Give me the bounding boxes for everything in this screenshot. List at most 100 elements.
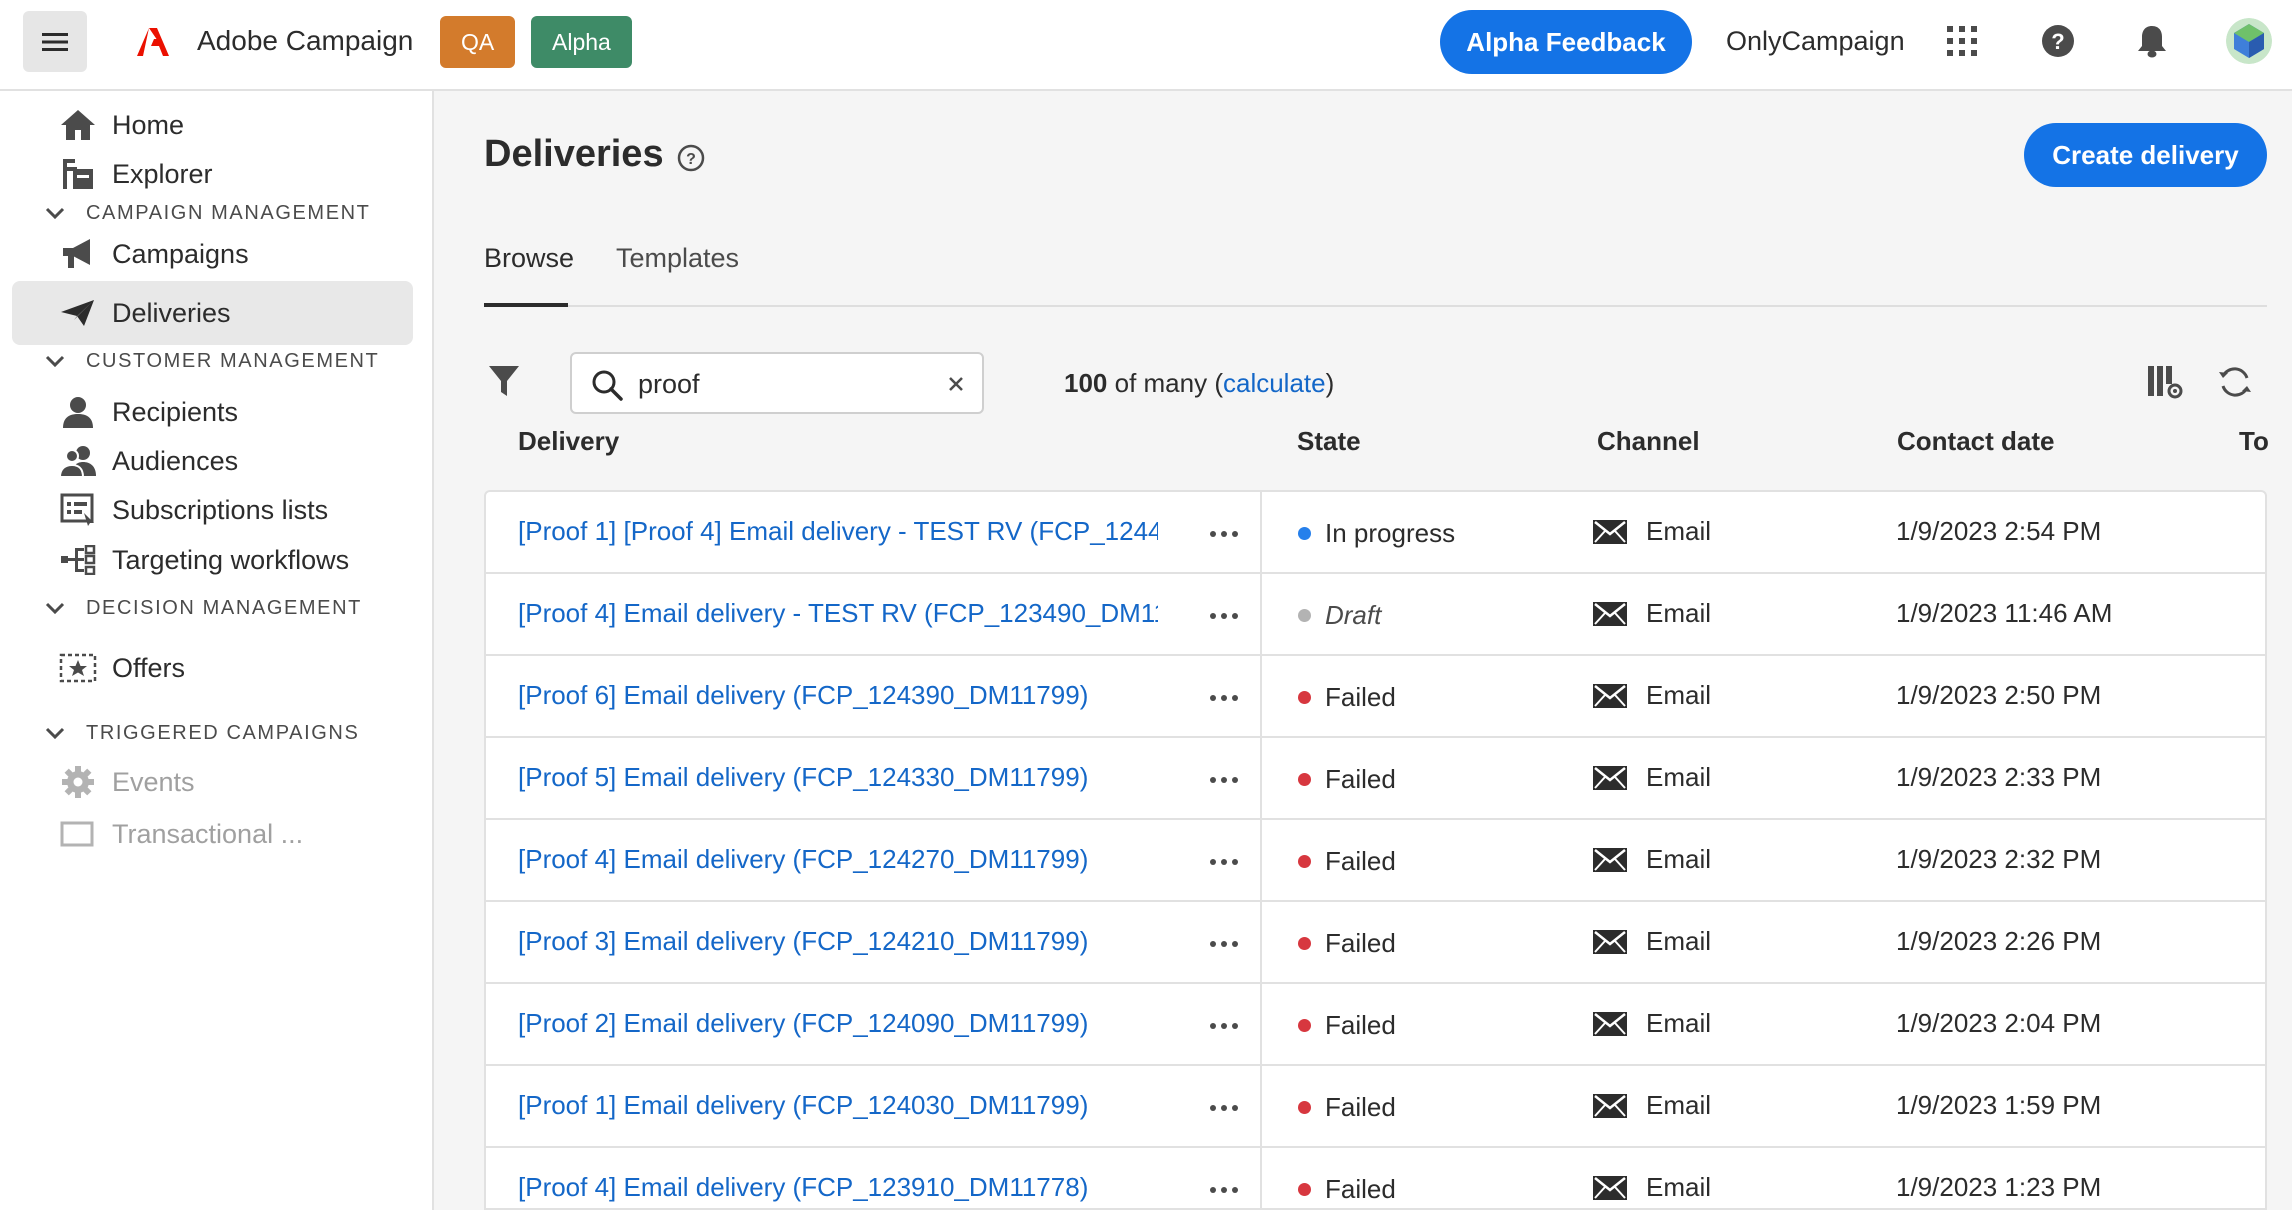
more-actions-icon[interactable] [1204, 684, 1244, 712]
delivery-name-link[interactable]: [Proof 1] Email delivery (FCP_124030_DM1… [518, 1090, 1158, 1121]
avatar[interactable] [2226, 18, 2272, 64]
table-row[interactable]: [Proof 4] Email delivery - TEST RV (FCP_… [486, 574, 2265, 656]
status-badge: In progress [1298, 518, 1455, 549]
sidebar-item-targeting-workflows[interactable]: Targeting workflows [12, 528, 413, 592]
menu-icon [42, 32, 68, 51]
environment-badge-alpha: Alpha [531, 16, 632, 68]
column-settings-icon[interactable] [2144, 361, 2186, 403]
dot [1221, 1023, 1227, 1029]
table-row[interactable]: [Proof 3] Email delivery (FCP_124210_DM1… [486, 902, 2265, 984]
status-badge: Failed [1298, 1174, 1396, 1205]
table-row[interactable]: [Proof 4] Email delivery (FCP_123910_DM1… [486, 1148, 2265, 1208]
contact-date: 1/9/2023 1:59 PM [1896, 1090, 2102, 1120]
org-switcher[interactable]: OnlyCampaign [1726, 26, 1905, 57]
column-header-channel[interactable]: Channel [1597, 426, 1700, 457]
delivery-name-link[interactable]: [Proof 4] Email delivery - TEST RV (FCP_… [518, 598, 1158, 629]
section-triggered-campaigns[interactable]: TRIGGERED CAMPAIGNS [40, 713, 359, 753]
more-actions-icon[interactable] [1204, 848, 1244, 876]
channel-label: Email [1646, 1008, 1712, 1038]
workflow-icon [58, 540, 98, 580]
help-circle-icon[interactable]: ? [676, 143, 706, 173]
table-row[interactable]: [Proof 4] Email delivery (FCP_124270_DM1… [486, 820, 2265, 902]
more-actions-icon[interactable] [1204, 766, 1244, 794]
table-row[interactable]: [Proof 1] Email delivery (FCP_124030_DM1… [486, 1066, 2265, 1148]
column-header-contact-date[interactable]: Contact date [1897, 426, 2054, 457]
home-icon [58, 105, 98, 145]
dot [1232, 1187, 1238, 1193]
sidebar-item-campaigns[interactable]: Campaigns [12, 222, 413, 286]
dot [1210, 695, 1216, 701]
status-dot-icon [1298, 1101, 1311, 1114]
more-actions-icon[interactable] [1204, 1012, 1244, 1040]
calculate-link[interactable]: calculate [1223, 368, 1326, 398]
alpha-feedback-button[interactable]: Alpha Feedback [1440, 10, 1692, 74]
email-icon [1593, 683, 1627, 708]
dot [1221, 941, 1227, 947]
menu-button[interactable] [23, 11, 87, 72]
section-decision-management[interactable]: DECISION MANAGEMENT [40, 588, 362, 628]
column-header-state[interactable]: State [1297, 426, 1361, 457]
status-dot-icon [1298, 937, 1311, 950]
dot [1210, 1105, 1216, 1111]
user-icon [58, 392, 98, 432]
status-dot-icon [1298, 609, 1311, 622]
dot [1221, 777, 1227, 783]
column-header-to[interactable]: To [2239, 426, 2269, 457]
email-icon [1593, 765, 1627, 790]
list-icon [58, 490, 98, 530]
more-actions-icon[interactable] [1204, 602, 1244, 630]
deliveries-table: [Proof 1] [Proof 4] Email delivery - TES… [484, 490, 2267, 1210]
table-row[interactable]: [Proof 5] Email delivery (FCP_124330_DM1… [486, 738, 2265, 820]
channel-cell: Email [1592, 1090, 1711, 1121]
search-input[interactable] [638, 364, 928, 404]
dot [1221, 531, 1227, 537]
sidebar-item-deliveries[interactable]: Deliveries [12, 281, 413, 345]
delivery-name-link[interactable]: [Proof 4] Email delivery (FCP_123910_DM1… [518, 1172, 1158, 1203]
status-badge: Failed [1298, 1010, 1396, 1041]
app-name: Adobe Campaign [197, 25, 414, 56]
table-row[interactable]: [Proof 6] Email delivery (FCP_124390_DM1… [486, 656, 2265, 738]
delivery-name-link[interactable]: [Proof 5] Email delivery (FCP_124330_DM1… [518, 762, 1158, 793]
status-dot-icon [1298, 527, 1311, 540]
channel-cell: Email [1592, 598, 1711, 629]
more-actions-icon[interactable] [1204, 1094, 1244, 1122]
status-badge: Draft [1298, 600, 1381, 631]
delivery-name-link[interactable]: [Proof 4] Email delivery (FCP_124270_DM1… [518, 844, 1158, 875]
contact-date: 1/9/2023 2:04 PM [1896, 1008, 2102, 1038]
dot [1221, 1105, 1227, 1111]
dot [1210, 941, 1216, 947]
column-header-delivery[interactable]: Delivery [518, 426, 619, 457]
table-row[interactable]: [Proof 2] Email delivery (FCP_124090_DM1… [486, 984, 2265, 1066]
status-dot-icon [1298, 1019, 1311, 1032]
status-label: Failed [1325, 764, 1396, 794]
delivery-name-link[interactable]: [Proof 1] [Proof 4] Email delivery - TES… [518, 516, 1158, 547]
channel-label: Email [1646, 926, 1712, 956]
tab-browse[interactable]: Browse [484, 241, 574, 307]
create-delivery-button[interactable]: Create delivery [2024, 123, 2267, 187]
more-actions-icon[interactable] [1204, 1176, 1244, 1204]
sidebar-item-transactional[interactable]: Transactional ... [12, 802, 413, 866]
tab-templates[interactable]: Templates [616, 241, 739, 307]
help-icon[interactable]: ? [2038, 20, 2078, 62]
delivery-name-link[interactable]: [Proof 2] Email delivery (FCP_124090_DM1… [518, 1008, 1158, 1039]
chevron-down-icon [40, 718, 70, 748]
contact-date: 1/9/2023 2:54 PM [1896, 516, 2102, 546]
delivery-name-link[interactable]: [Proof 3] Email delivery (FCP_124210_DM1… [518, 926, 1158, 957]
refresh-icon[interactable] [2214, 361, 2256, 403]
bell-icon[interactable] [2132, 20, 2172, 62]
close-icon[interactable] [942, 370, 970, 398]
sidebar-item-offers[interactable]: Offers [12, 636, 413, 700]
section-customer-management[interactable]: CUSTOMER MANAGEMENT [40, 341, 379, 381]
megaphone-icon [58, 234, 98, 274]
more-actions-icon[interactable] [1204, 520, 1244, 548]
table-row[interactable]: [Proof 1] [Proof 4] Email delivery - TES… [486, 492, 2265, 574]
more-actions-icon[interactable] [1204, 930, 1244, 958]
apps-grid-icon[interactable] [1942, 20, 1982, 62]
dot [1232, 695, 1238, 701]
delivery-name-link[interactable]: [Proof 6] Email delivery (FCP_124390_DM1… [518, 680, 1158, 711]
email-icon [1593, 519, 1627, 544]
send-icon [58, 293, 98, 333]
channel-label: Email [1646, 598, 1712, 628]
filter-icon[interactable] [482, 359, 526, 403]
search-field[interactable] [570, 352, 984, 414]
